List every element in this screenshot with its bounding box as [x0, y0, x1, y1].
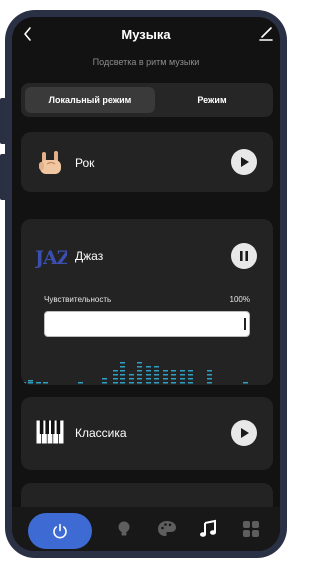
power-icon [53, 523, 67, 539]
genre-label: Джаз [75, 249, 104, 263]
sensitivity-label: Чувствительность [44, 295, 112, 304]
palette-icon[interactable] [156, 519, 178, 539]
slider-handle[interactable] [244, 318, 246, 330]
grid-icon[interactable] [240, 519, 262, 539]
sensitivity-value: 100% [229, 295, 250, 304]
sensitivity-slider[interactable] [44, 311, 250, 337]
rock-hand-icon [39, 151, 61, 174]
equalizer-visualization [21, 362, 248, 384]
pause-icon [240, 251, 248, 261]
header: Музыка [12, 17, 280, 53]
play-icon [241, 157, 249, 167]
genre-card-jazz[interactable]: JAZZ Джаз Чувствительность 100% [21, 219, 273, 385]
page-title: Музыка [121, 27, 171, 42]
mode-tab[interactable]: Режим [155, 87, 269, 113]
power-button[interactable] [28, 513, 92, 549]
mode-toggle: Локальный режим Режим [21, 83, 273, 117]
genre-card-rock[interactable]: Рок [21, 132, 273, 192]
play-button[interactable] [231, 149, 257, 175]
jazz-logo-text: JAZZ [35, 247, 67, 269]
equalizer-bars [21, 362, 248, 384]
local-mode-tab[interactable]: Локальный режим [25, 87, 155, 113]
bottom-tab-bar [12, 507, 280, 551]
jazz-logo-icon: JAZZ [35, 247, 67, 269]
play-icon [241, 428, 249, 438]
bulb-icon[interactable] [113, 519, 135, 539]
genre-label: Рок [75, 156, 95, 170]
genre-card-classic[interactable]: Классика [21, 397, 273, 470]
music-note-icon[interactable] [198, 519, 220, 539]
page-subtitle: Подсветка в ритм музыки [92, 57, 200, 67]
genre-label: Классика [75, 426, 127, 440]
edit-icon[interactable] [258, 25, 274, 43]
play-button[interactable] [231, 420, 257, 446]
app-screen: Музыка Подсветка в ритм музыки Локальный… [12, 17, 280, 551]
pause-button[interactable] [231, 243, 257, 269]
piano-keys-icon [36, 420, 64, 444]
